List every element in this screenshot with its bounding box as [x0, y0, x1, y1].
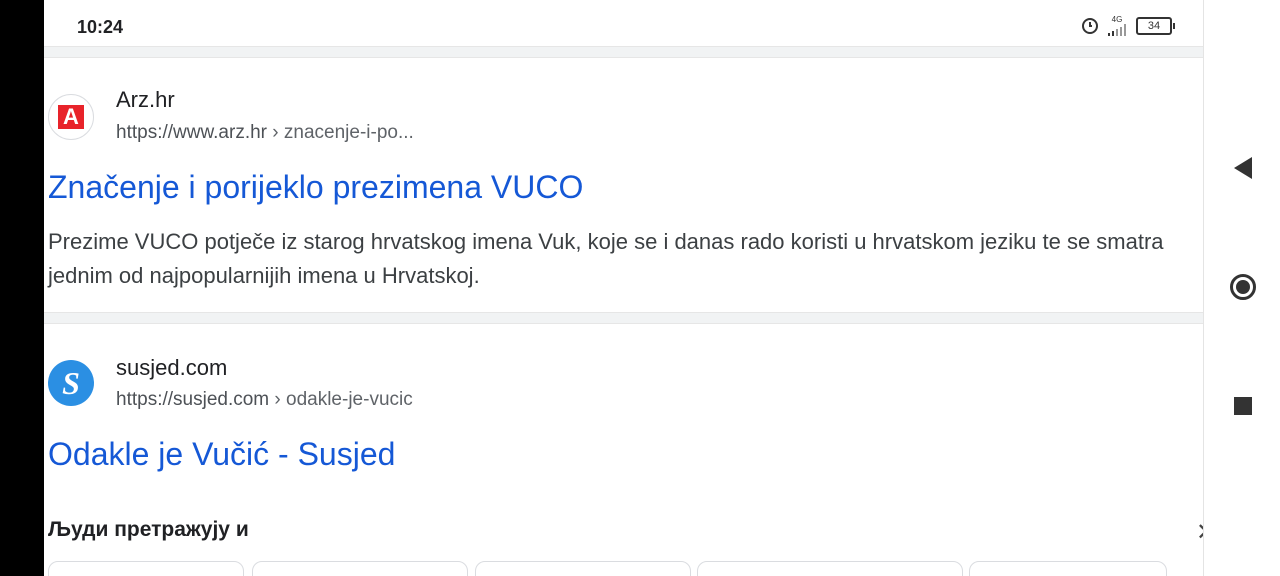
site-url[interactable]: https://susjed.com › odakle-je-vucic: [116, 389, 413, 411]
site-url[interactable]: https://www.arz.hr › znacenje-i-po...: [116, 122, 414, 144]
left-black-bar: [0, 0, 44, 576]
android-nav-bar: [1203, 0, 1280, 576]
close-icon[interactable]: ✕: [1196, 518, 1203, 547]
status-icons: 4G 34: [1082, 16, 1175, 36]
url-path: › odakle-je-vucic: [269, 389, 413, 410]
signal-icon: 4G: [1108, 16, 1126, 36]
arz-favicon-icon[interactable]: A: [48, 94, 94, 140]
url-domain: https://www.arz.hr: [116, 122, 267, 143]
divider: [44, 46, 1203, 58]
related-chip[interactable]: [48, 561, 244, 576]
site-name[interactable]: susjed.com: [116, 355, 227, 381]
url-domain: https://susjed.com: [116, 389, 270, 410]
phone-screen: 10:24 4G 34 A Arz.hr https://www.arz.hr …: [44, 0, 1203, 576]
url-path: › znacenje-i-po...: [267, 122, 414, 143]
recents-button[interactable]: [1204, 397, 1280, 415]
back-triangle-icon: [1233, 157, 1252, 179]
search-result[interactable]: S susjed.com https://susjed.com › odakle…: [44, 324, 1203, 494]
battery-icon: 34: [1136, 17, 1175, 35]
battery-level: 34: [1136, 17, 1172, 35]
status-time: 10:24: [77, 17, 124, 37]
recents-square-icon: [1233, 397, 1252, 415]
search-result[interactable]: A Arz.hr https://www.arz.hr › znacenje-i…: [44, 58, 1203, 312]
home-circle-icon: [1229, 274, 1256, 300]
related-chip[interactable]: [252, 561, 468, 576]
related-chip[interactable]: [969, 561, 1167, 576]
divider: [44, 312, 1203, 324]
people-also-search-heading: Људи претражују и: [48, 518, 249, 541]
related-chip[interactable]: [697, 561, 963, 576]
network-type: 4G: [1111, 15, 1123, 24]
alarm-icon: [1082, 18, 1098, 34]
result-title-link[interactable]: Značenje i porijeklo prezimena VUCO: [48, 169, 583, 206]
status-bar: 10:24 4G 34: [44, 0, 1203, 46]
result-title-link[interactable]: Odakle je Vučić - Susjed: [48, 436, 395, 473]
related-chip[interactable]: [475, 561, 691, 576]
back-button[interactable]: [1204, 157, 1280, 179]
result-snippet: Prezime VUCO potječe iz starog hrvatskog…: [48, 229, 1164, 288]
susjed-favicon-icon[interactable]: S: [48, 360, 94, 406]
home-button[interactable]: [1204, 274, 1280, 300]
site-name[interactable]: Arz.hr: [116, 87, 175, 113]
